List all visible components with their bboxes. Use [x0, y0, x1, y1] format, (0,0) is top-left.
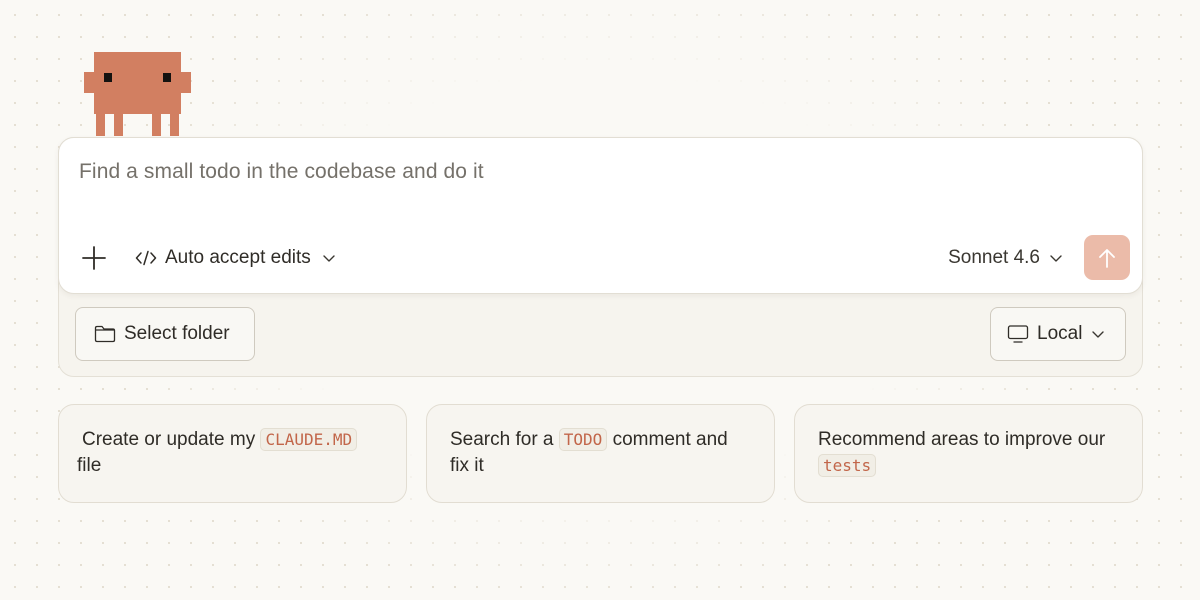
- code-icon: [135, 250, 157, 266]
- suggestion-code: TODO: [558, 428, 608, 451]
- send-button[interactable]: [1084, 235, 1130, 280]
- select-folder-label: Select folder: [124, 323, 230, 344]
- suggestion-text: Search for a: [450, 429, 559, 450]
- model-selector[interactable]: Sonnet 4.6: [948, 243, 1064, 273]
- prompt-composer: Find a small todo in the codebase and do…: [58, 137, 1143, 294]
- mascot-logo: [84, 52, 191, 136]
- suggestion-code: tests: [818, 454, 877, 477]
- chevron-down-icon: [1050, 255, 1062, 262]
- suggestion-text: file: [77, 455, 102, 476]
- plus-icon: [82, 246, 106, 270]
- prompt-input[interactable]: Find a small todo in the codebase and do…: [79, 160, 484, 184]
- add-attachment-button[interactable]: [81, 245, 107, 271]
- suggestion-card-tests[interactable]: Recommend areas to improve our tests: [794, 404, 1143, 503]
- arrow-up-icon: [1099, 248, 1115, 268]
- model-label: Sonnet 4.6: [948, 247, 1040, 268]
- suggestion-text: Recommend areas to improve our: [818, 429, 1106, 450]
- select-folder-button[interactable]: Select folder: [75, 307, 255, 361]
- folder-icon: [94, 325, 116, 343]
- environment-dropdown[interactable]: Local: [990, 307, 1126, 361]
- edit-mode-dropdown[interactable]: Auto accept edits: [135, 243, 337, 273]
- monitor-icon: [1007, 325, 1029, 343]
- chevron-down-icon: [323, 255, 335, 262]
- suggestion-code: CLAUDE.MD: [260, 428, 358, 451]
- environment-label: Local: [1037, 323, 1083, 344]
- suggestion-card-claude-md[interactable]: Create or update my CLAUDE.MD file: [58, 404, 407, 503]
- edit-mode-label: Auto accept edits: [165, 247, 311, 268]
- suggestion-card-todo[interactable]: Search for a TODO comment and fix it: [426, 404, 775, 503]
- chevron-down-icon: [1092, 331, 1105, 338]
- suggestion-text: Create or update my: [82, 429, 261, 450]
